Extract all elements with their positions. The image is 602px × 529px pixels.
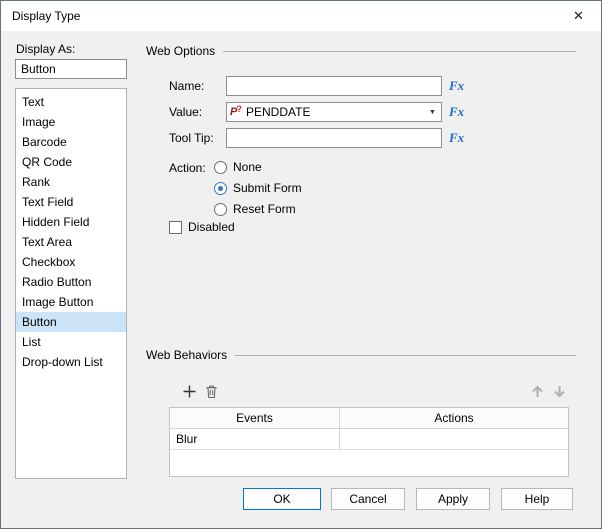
radio-reset-form[interactable] (214, 202, 227, 216)
fx-button-name[interactable]: Fx (449, 78, 464, 94)
display-type-dialog: Display Type ✕ Display As: Button Text I… (0, 0, 602, 529)
group-divider (223, 50, 576, 52)
list-item[interactable]: Checkbox (16, 252, 126, 272)
name-label: Name: (169, 79, 205, 93)
list-item[interactable]: Text Area (16, 232, 126, 252)
chevron-down-icon[interactable]: ▼ (424, 104, 441, 120)
radio-submit-form[interactable] (214, 181, 227, 195)
tooltip-row: Tool Tip: Fx (169, 128, 464, 148)
fx-button-tooltip[interactable]: Fx (449, 130, 464, 146)
web-options-group-header: Web Options (146, 44, 576, 58)
list-item[interactable]: Image (16, 112, 126, 132)
list-item[interactable]: Text (16, 92, 126, 112)
value-dropdown[interactable]: P? PENDDATE ▼ (226, 102, 442, 122)
dialog-title: Display Type (12, 9, 81, 23)
dialog-body: Display As: Button Text Image Barcode QR… (1, 31, 601, 528)
column-header-actions: Actions (434, 411, 474, 425)
behaviors-table: Events Actions Blur (169, 407, 569, 477)
list-item[interactable]: Drop-down List (16, 352, 126, 372)
cancel-button[interactable]: Cancel (331, 488, 405, 510)
help-button[interactable]: Help (501, 488, 573, 510)
radio-none[interactable] (214, 160, 227, 174)
value-row: Value: P? PENDDATE ▼ Fx (169, 102, 464, 122)
group-divider (235, 354, 576, 356)
trash-icon (206, 385, 217, 398)
list-item[interactable]: List (16, 332, 126, 352)
value-selected-text: PENDDATE (246, 105, 311, 119)
web-options-group-label: Web Options (146, 44, 216, 58)
name-input[interactable] (226, 76, 442, 96)
disabled-checkbox[interactable] (169, 220, 182, 234)
arrow-down-icon (554, 386, 565, 398)
list-item[interactable]: Rank (16, 172, 126, 192)
list-item[interactable]: Image Button (16, 292, 126, 312)
display-as-label: Display As: (16, 42, 76, 56)
list-item[interactable]: Text Field (16, 192, 126, 212)
list-item[interactable]: Radio Button (16, 272, 126, 292)
ok-button[interactable]: OK (243, 488, 321, 510)
action-cell (340, 429, 568, 449)
display-as-field[interactable]: Button (15, 59, 127, 79)
radio-none-label: None (233, 160, 262, 174)
fx-button-value[interactable]: Fx (449, 104, 464, 120)
behaviors-table-header: Events Actions (170, 408, 568, 429)
event-cell: Blur (170, 429, 340, 449)
column-header-events: Events (170, 408, 340, 428)
parameter-icon: P? (230, 103, 242, 118)
disabled-option: Disabled (169, 220, 235, 234)
tooltip-label: Tool Tip: (169, 131, 214, 145)
delete-behavior-button[interactable] (201, 381, 222, 402)
close-icon[interactable]: ✕ (556, 1, 601, 31)
radio-option-none: None (214, 160, 262, 174)
radio-reset-form-label: Reset Form (233, 202, 296, 216)
arrow-up-icon (532, 385, 543, 397)
name-row: Name: Fx (169, 76, 464, 96)
radio-option-reset-form: Reset Form (214, 202, 296, 216)
add-behavior-button[interactable] (179, 381, 200, 402)
radio-submit-form-label: Submit Form (233, 181, 302, 195)
web-behaviors-group-header: Web Behaviors (146, 348, 576, 362)
move-up-button[interactable] (527, 381, 548, 402)
tooltip-input[interactable] (226, 128, 442, 148)
action-label: Action: (169, 161, 206, 175)
table-row[interactable]: Blur (170, 429, 568, 450)
move-down-button[interactable] (549, 381, 570, 402)
list-item[interactable]: QR Code (16, 152, 126, 172)
list-item-selected[interactable]: Button (16, 312, 126, 332)
web-behaviors-group-label: Web Behaviors (146, 348, 228, 362)
display-type-list: Text Image Barcode QR Code Rank Text Fie… (15, 88, 127, 479)
apply-button[interactable]: Apply (416, 488, 490, 510)
disabled-label: Disabled (188, 220, 235, 234)
radio-option-submit-form: Submit Form (214, 181, 302, 195)
plus-icon (183, 385, 196, 398)
list-item[interactable]: Barcode (16, 132, 126, 152)
list-item[interactable]: Hidden Field (16, 212, 126, 232)
titlebar: Display Type ✕ (1, 1, 601, 31)
value-label: Value: (169, 105, 203, 119)
